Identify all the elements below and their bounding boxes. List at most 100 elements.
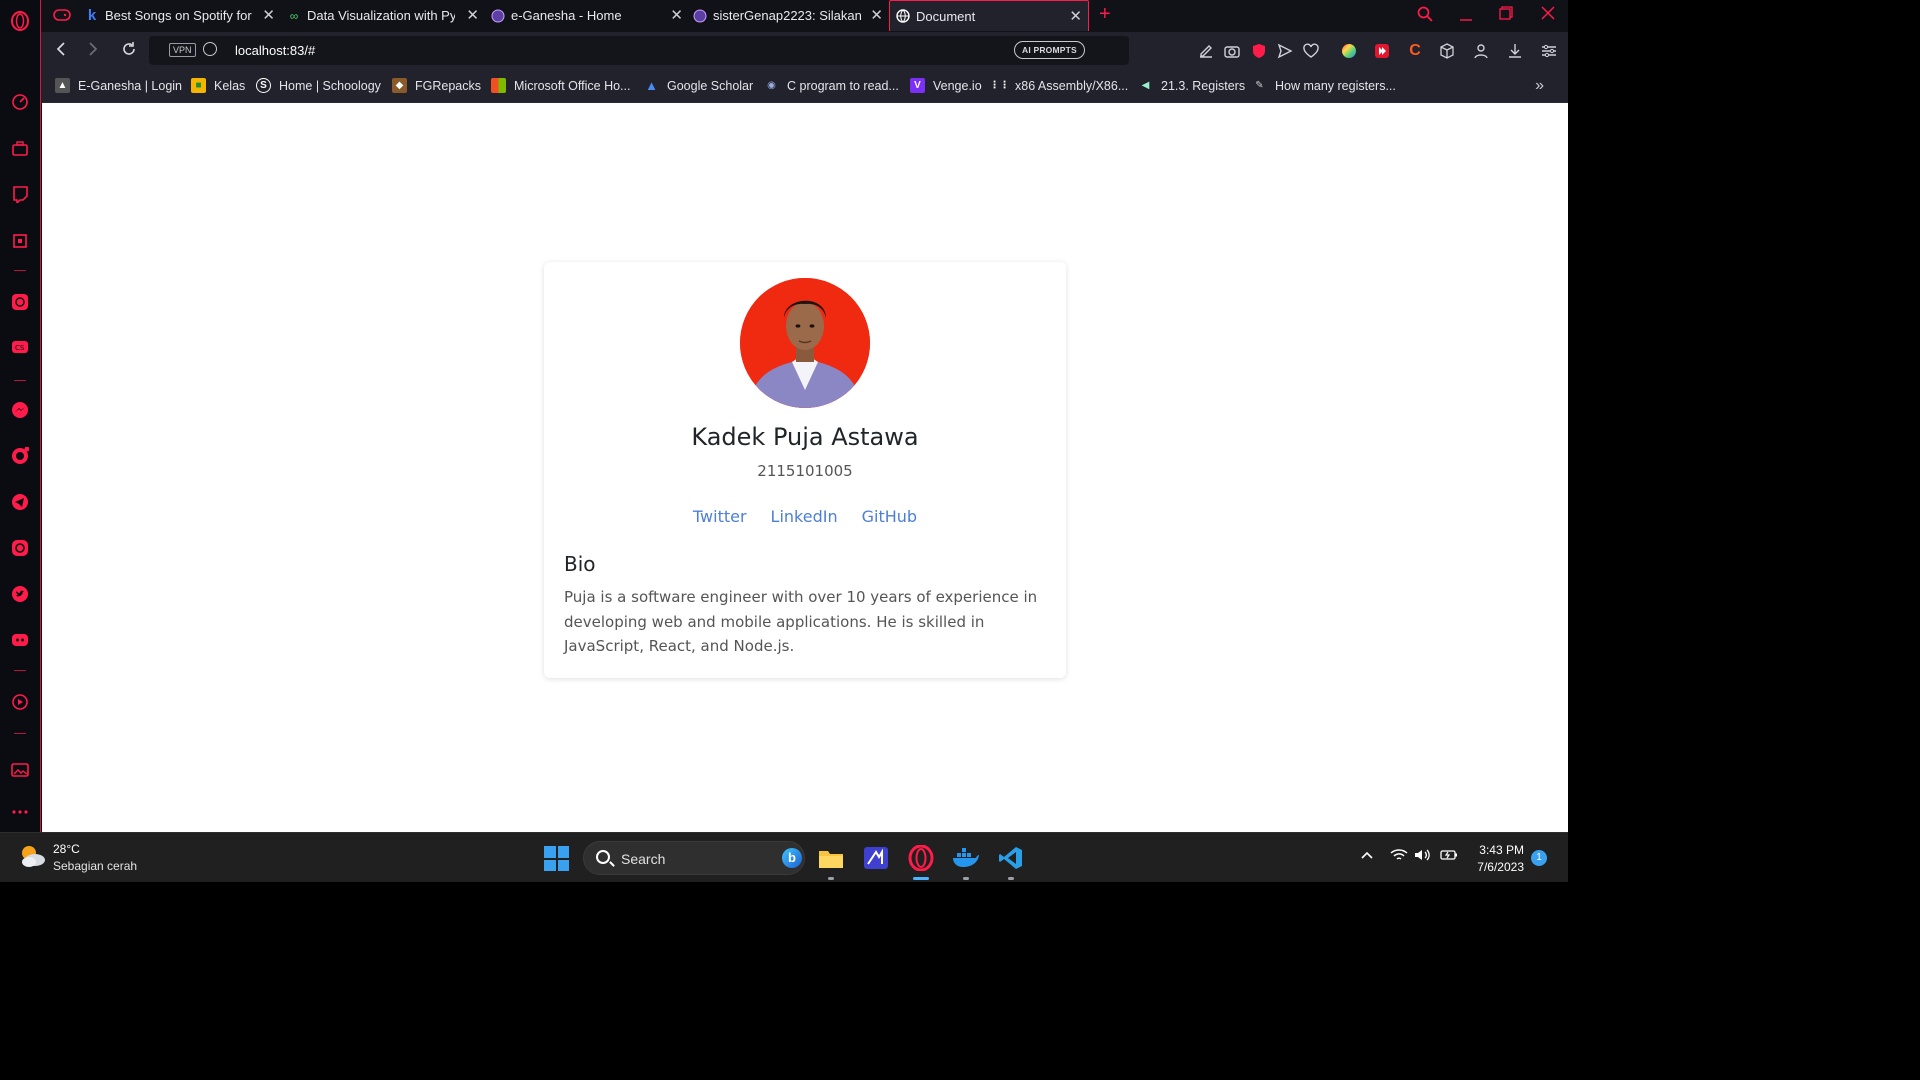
easy-setup-icon[interactable] bbox=[1541, 43, 1557, 59]
camera-icon[interactable] bbox=[1224, 43, 1240, 59]
close-tab-icon[interactable]: ✕ bbox=[670, 8, 683, 23]
vpn-badge[interactable]: VPN bbox=[169, 43, 196, 57]
bookmark-fgrepacks[interactable]: ◆ FGRepacks bbox=[392, 78, 481, 93]
vscode-icon[interactable] bbox=[996, 843, 1026, 873]
heart-icon[interactable] bbox=[1303, 43, 1319, 59]
more-bookmarks-icon[interactable]: » bbox=[1535, 77, 1544, 95]
tab-eganesha-home[interactable]: e-Ganesha - Home ✕ bbox=[491, 0, 689, 31]
bing-icon[interactable]: b bbox=[782, 848, 802, 868]
player-icon[interactable] bbox=[10, 692, 30, 712]
reload-button[interactable] bbox=[121, 41, 137, 62]
snapshot-edit-icon[interactable] bbox=[1198, 43, 1214, 59]
close-tab-icon[interactable]: ✕ bbox=[466, 8, 479, 23]
messenger-icon[interactable] bbox=[10, 400, 30, 420]
file-explorer-icon[interactable] bbox=[816, 843, 846, 873]
twitter-icon[interactable] bbox=[10, 584, 30, 604]
quora-icon: ✎ bbox=[1255, 80, 1264, 91]
speed-dial-icon[interactable] bbox=[10, 92, 30, 112]
instagram-icon[interactable] bbox=[10, 538, 30, 558]
close-window-button[interactable] bbox=[1541, 6, 1555, 25]
restore-button[interactable] bbox=[1499, 6, 1513, 25]
youtube-extension-icon[interactable] bbox=[1374, 43, 1390, 59]
bookmark-registers[interactable]: ◀ 21.3. Registers bbox=[1138, 78, 1245, 93]
bookmark-google-scholar[interactable]: ▲ Google Scholar bbox=[644, 78, 753, 93]
classroom-icon: ■ bbox=[191, 78, 206, 93]
ai-prompts-button[interactable]: AI PROMPTS bbox=[1014, 41, 1085, 59]
notification-badge[interactable]: 1 bbox=[1531, 850, 1547, 866]
chatsonic-icon[interactable]: CS bbox=[10, 338, 30, 358]
navigation-bar: VPN localhost:83/# AI PROMPTS C bbox=[41, 32, 1568, 70]
sidebar-divider bbox=[14, 270, 26, 271]
site-info-icon[interactable] bbox=[203, 42, 217, 56]
forward-button[interactable] bbox=[87, 41, 99, 62]
bookmark-eganesha-login[interactable]: ▲ E-Ganesha | Login bbox=[55, 78, 182, 93]
bookmark-venge[interactable]: V Venge.io bbox=[910, 78, 982, 93]
tab-spotify-songs[interactable]: k Best Songs on Spotify for e ✕ bbox=[85, 0, 281, 31]
clock-time: 3:43 PM bbox=[1479, 843, 1524, 857]
show-hidden-icons-icon[interactable] bbox=[1360, 848, 1374, 865]
search-tabs-icon[interactable] bbox=[1417, 6, 1433, 27]
bookmark-label: E-Ganesha | Login bbox=[78, 78, 183, 93]
system-clock[interactable]: 3:43 PM 7/6/2023 bbox=[1477, 842, 1524, 876]
telegram-icon[interactable] bbox=[10, 492, 30, 512]
partly-cloudy-icon[interactable] bbox=[18, 843, 45, 869]
weather-temperature[interactable]: 28°C bbox=[53, 842, 80, 856]
wifi-icon[interactable] bbox=[1390, 848, 1408, 865]
extension-c-icon[interactable]: C bbox=[1407, 43, 1423, 59]
bookmark-schoology[interactable]: S Home | Schoology bbox=[256, 78, 381, 93]
minimize-button[interactable] bbox=[1459, 6, 1473, 27]
bookmark-microsoft-office[interactable]: Microsoft Office Ho... bbox=[491, 78, 630, 93]
close-tab-icon[interactable]: ✕ bbox=[870, 8, 883, 23]
bookmark-kelas[interactable]: ■ Kelas bbox=[191, 78, 245, 93]
url-text[interactable]: localhost:83/# bbox=[235, 43, 315, 58]
bookmark-label: 21.3. Registers bbox=[1161, 78, 1246, 93]
profile-name: Kadek Puja Astawa bbox=[691, 423, 919, 451]
bookmark-label: C program to read... bbox=[787, 78, 899, 93]
github-link[interactable]: GitHub bbox=[862, 507, 917, 526]
address-bar[interactable]: VPN localhost:83/# bbox=[149, 36, 1129, 65]
gamepad-icon[interactable] bbox=[53, 8, 71, 27]
bookmark-how-many-registers[interactable]: ✎ How many registers... bbox=[1252, 78, 1396, 93]
close-tab-icon[interactable]: ✕ bbox=[262, 8, 275, 23]
start-button[interactable] bbox=[544, 846, 569, 871]
opera-logo-icon[interactable] bbox=[10, 11, 30, 31]
search-icon bbox=[596, 850, 610, 864]
bookmark-label: How many registers... bbox=[1275, 78, 1396, 93]
tab-document[interactable]: Document ✕ bbox=[889, 0, 1089, 31]
opera-browser-icon[interactable] bbox=[906, 843, 936, 873]
twitch-icon[interactable] bbox=[10, 184, 30, 204]
docker-icon[interactable] bbox=[951, 843, 981, 873]
back-button[interactable] bbox=[55, 41, 67, 62]
bookmark-c-program[interactable]: ◉ C program to read... bbox=[764, 78, 899, 93]
clock-date: 7/6/2023 bbox=[1477, 860, 1524, 874]
weather-condition[interactable]: Sebagian cerah bbox=[53, 859, 137, 873]
bookmark-x86-assembly[interactable]: ⋮⋮ x86 Assembly/X86... bbox=[990, 78, 1129, 93]
tab-data-visualization[interactable]: ∞ Data Visualization with Pyth ✕ bbox=[287, 0, 485, 31]
volume-icon[interactable] bbox=[1414, 848, 1432, 865]
twitter-link[interactable]: Twitter bbox=[693, 507, 747, 526]
download-icon[interactable] bbox=[1507, 43, 1523, 59]
social-links: Twitter LinkedIn GitHub bbox=[544, 507, 1066, 526]
chatgpt-icon[interactable] bbox=[10, 292, 30, 312]
extensions-cube-icon[interactable] bbox=[1439, 43, 1455, 59]
bookmarks-bar: ▲ E-Ganesha | Login ■ Kelas S Home | School… bbox=[41, 70, 1568, 103]
adblock-shield-icon[interactable] bbox=[1251, 43, 1267, 59]
visual-studio-icon[interactable] bbox=[861, 843, 891, 873]
bio-text: Puja is a software engineer with over 10… bbox=[564, 588, 1038, 655]
battery-icon[interactable] bbox=[1440, 848, 1458, 865]
color-wheel-icon[interactable] bbox=[1341, 43, 1357, 59]
profile-icon[interactable] bbox=[1473, 43, 1489, 59]
gallery-icon[interactable] bbox=[10, 760, 30, 780]
bookmark-label: Google Scholar bbox=[667, 78, 754, 93]
more-options-icon[interactable] bbox=[10, 802, 30, 822]
tab-sistergenap[interactable]: sisterGenap2223: Silakan p ✕ bbox=[693, 0, 889, 31]
close-tab-icon[interactable]: ✕ bbox=[1069, 9, 1082, 24]
whatsapp-icon[interactable] bbox=[10, 446, 30, 466]
discord-icon[interactable] bbox=[10, 630, 30, 650]
taskbar-search[interactable]: Search b bbox=[583, 841, 805, 875]
chip-icon[interactable] bbox=[10, 231, 30, 251]
work-bag-icon[interactable] bbox=[10, 138, 30, 158]
new-tab-button[interactable]: + bbox=[1099, 3, 1111, 26]
send-icon[interactable] bbox=[1277, 43, 1293, 59]
linkedin-link[interactable]: LinkedIn bbox=[771, 507, 838, 526]
